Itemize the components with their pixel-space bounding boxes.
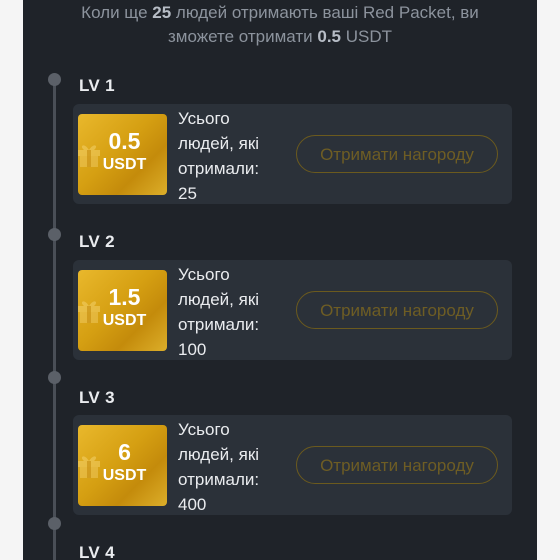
intro-line-2: зможете отримати 0.5 USDT [23,25,537,49]
level-card: 0.5 USDT Усього людей, які отримали: 25 … [73,104,512,204]
level-card: 6 USDT Усього людей, які отримали: 400 О… [73,415,512,515]
desc-line: отримали: [178,315,260,334]
intro-text-part: людей отримають ваші Red Packet, ви [171,3,479,22]
recipients-description: Усього людей, які отримали: 25 [178,106,288,206]
level-label: LV 4 [79,543,115,560]
level-label: LV 2 [79,232,115,251]
desc-line: Усього [178,420,230,439]
desc-line: отримали: [178,159,260,178]
timeline-dot [48,371,61,384]
reward-currency: USDT [102,156,147,173]
desc-line: людей, які [178,290,260,309]
intro-text-part: Коли ще [81,3,153,22]
timeline-dot [48,73,61,86]
reward-currency: USDT [102,312,147,329]
reward-coin-badge: 1.5 USDT [78,270,167,351]
desc-line: людей, які [178,445,260,464]
desc-line: людей, які [178,134,260,153]
recipients-count: 25 [178,184,197,203]
reward-coin-badge: 0.5 USDT [78,114,167,195]
reward-amount-value: 0.5 [108,128,141,154]
recipients-count: 400 [178,495,207,514]
level-label: LV 1 [79,76,115,95]
desc-line: отримали: [178,470,260,489]
reward-amount-value: 1.5 [108,284,141,310]
recipients-count: 100 [178,340,207,359]
level-card: 1.5 USDT Усього людей, які отримали: 100… [73,260,512,360]
reward-currency: USDT [102,467,147,484]
desc-line: Усього [178,109,230,128]
people-needed-count: 25 [152,3,172,22]
reward-amount-value: 6 [118,439,131,465]
claim-reward-button[interactable]: Отримати нагороду [296,291,498,329]
recipients-description: Усього людей, які отримали: 100 [178,262,288,362]
intro-text-part: USDT [341,27,392,46]
claim-reward-button[interactable]: Отримати нагороду [296,135,498,173]
reward-amount: 0.5 [317,27,341,46]
claim-reward-button[interactable]: Отримати нагороду [296,446,498,484]
timeline-dot [48,228,61,241]
level-label: LV 3 [79,388,115,407]
intro-line-1: Коли ще 25 людей отримають ваші Red Pack… [23,1,537,25]
timeline-dot [48,517,61,530]
recipients-description: Усього людей, які отримали: 400 [178,417,288,517]
timeline-line [53,79,56,560]
desc-line: Усього [178,265,230,284]
intro-text-part: зможете отримати [167,27,318,46]
rewards-panel: Коли ще 25 людей отримають ваші Red Pack… [23,0,537,560]
reward-coin-badge: 6 USDT [78,425,167,506]
